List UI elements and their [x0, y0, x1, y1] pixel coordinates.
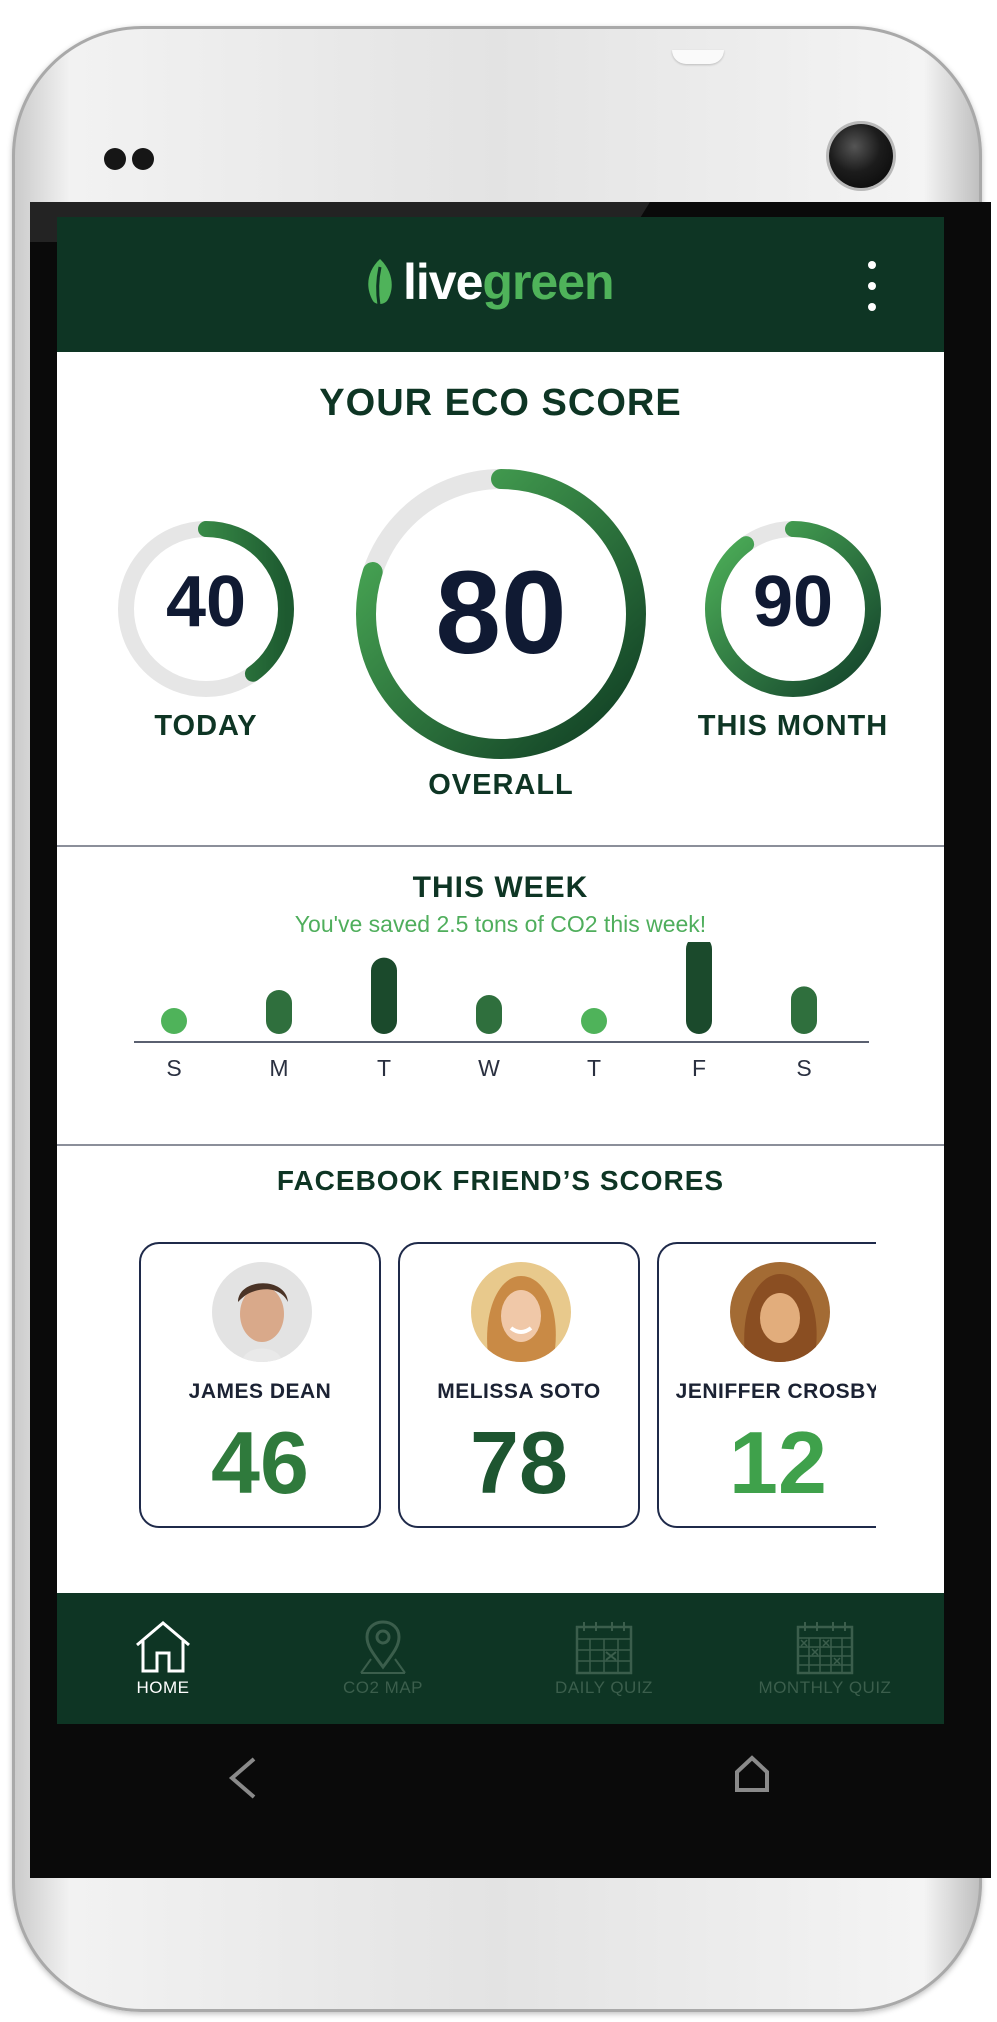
gauge-value-today: 40 — [165, 562, 247, 642]
eco-score-title: YOUR ECO SCORE — [319, 382, 682, 424]
bar-1 — [266, 990, 292, 1034]
day-label: T — [377, 1055, 391, 1081]
friend-card[interactable]: MELISSA SOTO 78 — [398, 1242, 640, 1528]
app-screen: live green YOUR ECO SCORE 40 TODAY 80 OVE… — [57, 217, 944, 1724]
day-label: S — [796, 1055, 811, 1081]
gauge-value-overall: 80 — [435, 547, 567, 679]
friends-scores-title: FACEBOOK FRIEND’S SCORES — [276, 1165, 725, 1196]
gauge-label-overall: OVERALL — [428, 769, 574, 801]
logo-text-green: green — [482, 254, 614, 310]
leaf-icon — [368, 259, 392, 306]
map-pin-icon — [360, 1620, 406, 1674]
sensor-dot — [104, 148, 126, 170]
friends-carousel[interactable]: JAMES DEAN 46 MELISSA SOTO 78 JENIFFER C… — [139, 1242, 876, 1542]
avatar — [212, 1262, 312, 1362]
friend-name: MELISSA SOTO — [437, 1380, 601, 1403]
nav-label: HOME — [136, 1678, 190, 1697]
friend-card[interactable]: JENIFFER CROSBY 12 — [657, 1242, 876, 1528]
phone-notch — [672, 50, 724, 64]
week-bar-chart: SMTWTFS — [134, 942, 869, 1081]
bar-5 — [686, 942, 712, 1034]
week-title: THIS WEEK — [412, 871, 589, 904]
android-home-icon[interactable] — [733, 1754, 771, 1794]
day-label: F — [692, 1055, 706, 1081]
bar-2 — [371, 957, 397, 1034]
kebab-menu-icon[interactable] — [857, 261, 887, 311]
friend-name: JENIFFER CROSBY — [675, 1380, 876, 1403]
day-label: W — [478, 1055, 500, 1081]
nav-label: MONTHLY QUIZ — [758, 1678, 892, 1697]
gauge-label-today: TODAY — [154, 710, 258, 742]
front-camera — [829, 124, 893, 188]
gauge-today: 40 — [114, 517, 298, 701]
friend-score: 12 — [729, 1413, 827, 1512]
logo-text-live: live — [403, 254, 483, 310]
bar-6 — [791, 986, 817, 1034]
week-savings-text: You've saved 2.5 tons of CO2 this week! — [294, 911, 707, 937]
calendar-grid-icon — [796, 1622, 854, 1675]
section-divider — [57, 845, 944, 847]
friend-score: 78 — [470, 1413, 568, 1512]
app-header: live green — [57, 217, 944, 352]
home-icon — [136, 1621, 190, 1673]
nav-monthly-quiz[interactable]: MONTHLY QUIZ — [725, 1593, 925, 1724]
sensor-dot — [132, 148, 154, 170]
avatar — [730, 1262, 830, 1362]
gauge-this-month: 90 — [701, 517, 885, 701]
app-logo[interactable]: live green — [363, 252, 615, 312]
back-icon[interactable] — [224, 1755, 264, 1801]
nav-label: CO2 MAP — [342, 1678, 424, 1697]
friend-name: JAMES DEAN — [188, 1380, 332, 1403]
gauge-value-this-month: 90 — [752, 562, 834, 642]
calendar-icon — [575, 1622, 633, 1675]
gauge-overall: 80 — [354, 467, 648, 761]
bar-4 — [581, 1008, 607, 1034]
nav-home[interactable]: HOME — [63, 1593, 263, 1724]
nav-label: DAILY QUIZ — [555, 1678, 653, 1697]
bottom-navigation: HOME CO2 MAP DAILY QUIZ MONTHLY QUIZ — [57, 1593, 944, 1724]
nav-co2-map[interactable]: CO2 MAP — [283, 1593, 483, 1724]
friend-card[interactable]: JAMES DEAN 46 — [139, 1242, 381, 1528]
section-divider — [57, 1144, 944, 1146]
nav-daily-quiz[interactable]: DAILY QUIZ — [504, 1593, 704, 1724]
day-label: M — [269, 1055, 288, 1081]
day-label: S — [166, 1055, 181, 1081]
gauge-label-this-month: THIS MONTH — [697, 710, 889, 742]
day-label: T — [587, 1055, 601, 1081]
friend-score: 46 — [211, 1413, 309, 1512]
bar-3 — [476, 995, 502, 1034]
bar-0 — [161, 1008, 187, 1034]
avatar — [471, 1262, 571, 1362]
